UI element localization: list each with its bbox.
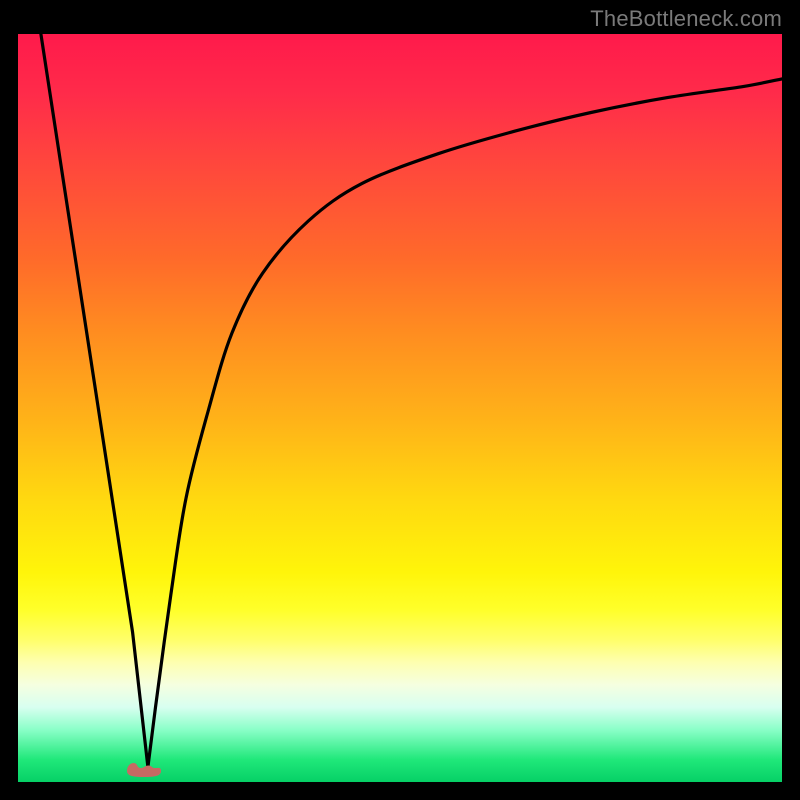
chart-frame: TheBottleneck.com	[0, 0, 800, 800]
attribution-text: TheBottleneck.com	[590, 6, 782, 32]
bottleneck-curve	[18, 34, 782, 782]
plot-area	[18, 34, 782, 782]
